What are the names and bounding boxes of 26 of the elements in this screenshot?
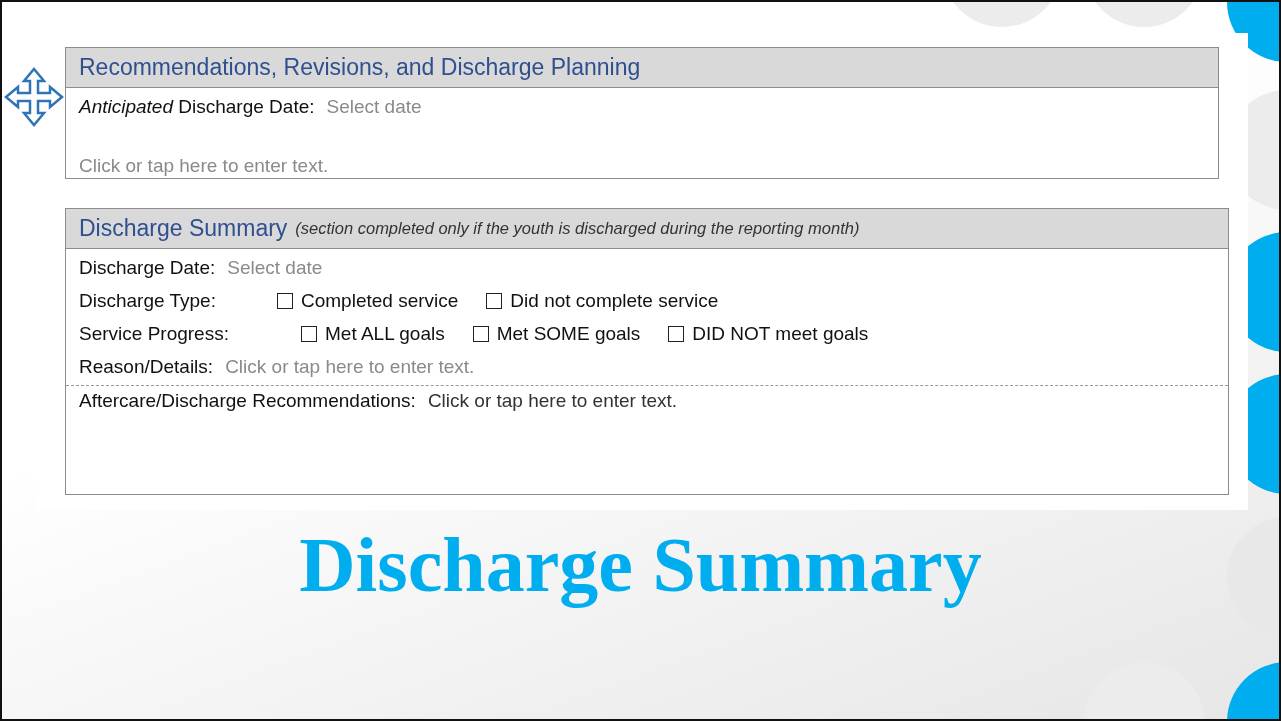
text-field[interactable]: Click or tap here to enter text.: [427, 390, 678, 411]
checkbox[interactable]: [486, 292, 503, 309]
field-label: Reason/Details:: [79, 355, 214, 378]
checkbox-label: Met ALL goals: [325, 322, 445, 345]
slide-title: Discharge Summary: [299, 520, 982, 610]
checkbox[interactable]: [668, 325, 685, 342]
checkbox-label: Completed service: [301, 289, 459, 312]
checkbox-label: Met SOME goals: [496, 322, 641, 345]
checkbox[interactable]: [301, 325, 317, 342]
section-title: Recommendations, Revisions, and Discharge Planning: [79, 54, 641, 81]
section-note: (section completed only if the youth is discharged during the reporting month): [295, 219, 860, 238]
field-label: Discharge Type:: [79, 289, 217, 312]
text-field[interactable]: Click or tap here to enter text.: [225, 355, 475, 378]
date-picker[interactable]: Select date: [227, 256, 323, 279]
checkbox[interactable]: [277, 292, 293, 309]
checkbox-label: Did not complete service: [510, 289, 719, 312]
checkbox[interactable]: [472, 325, 489, 342]
field-label: Aftercare/Discharge Recommendations:: [79, 390, 416, 411]
checkbox-label: DID NOT meet goals: [692, 322, 869, 345]
section-title: Discharge Summary: [79, 215, 288, 242]
field-label: Service Progress:: [79, 322, 230, 345]
field-label: Discharge Date:: [79, 256, 216, 279]
move-handle-icon[interactable]: [4, 67, 64, 127]
text-field[interactable]: Click or tap here to enter text.: [79, 154, 329, 177]
field-label: Anticipated Discharge Date:: [79, 95, 315, 118]
date-picker[interactable]: Select date: [326, 95, 422, 118]
